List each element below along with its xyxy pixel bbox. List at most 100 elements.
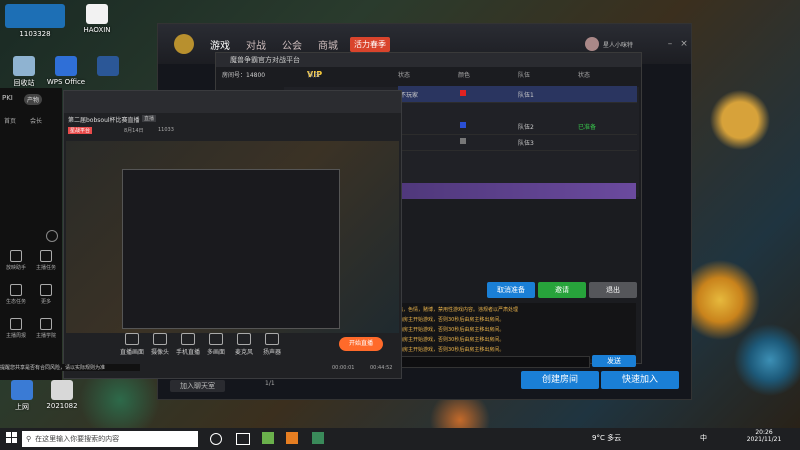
brand-label: HAOXIN [83, 26, 111, 34]
desktop-icon-brand[interactable]: HAOXIN [75, 4, 119, 34]
desktop-icon-network[interactable]: 上网 [0, 380, 44, 412]
color-swatch [460, 138, 466, 144]
recycle-bin-icon [13, 56, 35, 76]
tab-battle[interactable]: 对战 [246, 37, 266, 52]
toolbar-label: 手机直播 [175, 349, 200, 356]
stream-info-id: 11033 [158, 127, 174, 133]
game-taskbar-icon[interactable] [262, 432, 274, 444]
desktop-icon-logo[interactable]: 1103328 [0, 4, 70, 38]
slot-row[interactable]: 不玩家 队伍1 [398, 86, 637, 103]
user-label[interactable]: 星人小咪特 [603, 40, 633, 49]
minimize-icon[interactable]: – [663, 39, 677, 49]
stream-preview [66, 141, 399, 333]
panel-room-1[interactable]: 首页 [4, 116, 16, 125]
create-room-button[interactable]: 创建房间 [521, 371, 599, 389]
slot-row[interactable]: 队伍2 已准备 [398, 118, 637, 135]
taskbar-search[interactable]: ⚲ 在这里输入你要搜索的内容 [22, 431, 198, 447]
room-no: 14800 [246, 72, 266, 79]
slot-name: 不玩家 [400, 92, 419, 99]
wps-icon [55, 56, 77, 76]
panel-tab[interactable]: 产物 [24, 94, 43, 105]
game-logo-icon [174, 34, 194, 54]
page-indicator: 1/1 [265, 380, 275, 387]
windows-start-icon[interactable] [6, 432, 18, 444]
panel-icon-4[interactable]: 更多 [32, 284, 60, 305]
toolbar-label: 摄像头 [150, 349, 169, 356]
color-swatch [460, 122, 466, 128]
media-taskbar-icon[interactable] [312, 432, 324, 444]
toolbar-scene[interactable]: 直播画面 [118, 333, 146, 356]
tab-shop[interactable]: 商城 [318, 37, 338, 52]
stream-time-b: 00:44:52 [370, 365, 393, 371]
panel-room-2[interactable]: 会长 [30, 116, 42, 125]
stream-notice: 提醒您共享是否有合同风险，请以实际规则为准 [0, 364, 140, 371]
recycle-label: 回收站 [13, 79, 35, 87]
dialog-title: 魔兽争霸官方对战平台 [216, 53, 641, 67]
send-button[interactable]: 发送 [592, 355, 636, 367]
panel-icon-1[interactable]: 放映助手 [2, 250, 30, 271]
close-icon[interactable]: × [677, 39, 691, 49]
chat-line: 出，色情，赌博，禁用性游戏内容。违规者以严肃处理 [398, 307, 519, 313]
panel-icon-label: 主播学院 [35, 333, 56, 339]
task-icon [40, 250, 52, 262]
stream-info-date: 8月14日 [124, 128, 144, 134]
slot-team: 队伍1 [518, 92, 534, 99]
file-icon [51, 380, 73, 400]
monitor-icon [125, 333, 139, 345]
desktop-icon-recycle[interactable]: 回收站 [2, 56, 46, 88]
user-avatar[interactable] [584, 37, 599, 51]
toolbar-phone[interactable]: 手机直播 [174, 333, 202, 356]
panel-icon-label: 更多 [40, 299, 51, 305]
quick-join-button[interactable]: 快速加入 [601, 371, 679, 389]
clock[interactable]: 20:26 2021/11/21 [740, 429, 788, 443]
panel-icon-6[interactable]: 主播学院 [32, 318, 60, 339]
tab-game[interactable]: 游戏 [210, 37, 230, 52]
clock-time: 20:26 [755, 429, 773, 436]
app-taskbar-icon[interactable] [286, 432, 298, 444]
ime-indicator[interactable]: 中 [700, 433, 707, 443]
leave-button[interactable]: 退出 [589, 282, 637, 298]
toolbar-speaker[interactable]: 扬声器 [258, 333, 286, 356]
toolbar-camera[interactable]: 摄像头 [146, 333, 174, 356]
room-no-label: 房间号： [222, 72, 247, 79]
refresh-icon[interactable] [46, 230, 58, 242]
panel-icon-label: 主播任务 [35, 265, 56, 271]
document-icon [86, 4, 108, 24]
stream-title: 第二届bobsoul杯比赛直播 [68, 117, 140, 124]
desktop-icon-file[interactable]: 2021082 [40, 380, 84, 410]
start-stream-button[interactable]: 开始直播 [339, 337, 383, 351]
task-view-icon[interactable] [236, 433, 250, 445]
phone-icon [181, 333, 195, 345]
cancel-ready-button[interactable]: 取消准备 [487, 282, 535, 298]
panel-icon-2[interactable]: 主播任务 [32, 250, 60, 271]
chat-line: 由房主开始游戏，否则30秒后由房主移出房间。 [398, 347, 505, 353]
stream-tag: 直播 [142, 115, 157, 122]
search-icon: ⚲ [26, 435, 32, 443]
toolbar-label: 麦克风 [234, 349, 253, 356]
slot-row[interactable]: 队伍3 [398, 134, 637, 151]
toolbar-multi[interactable]: 多画面 [202, 333, 230, 356]
chat-input[interactable] [398, 356, 590, 368]
tab-guild[interactable]: 公会 [282, 37, 302, 52]
school-icon [40, 318, 52, 330]
desktop-icon-wps[interactable]: WPS Office [44, 56, 88, 86]
stream-info-platform: 星战平台 [68, 127, 93, 134]
word-icon [97, 56, 119, 76]
panel-icon-label: 生态任务 [5, 299, 26, 305]
invite-button[interactable]: 邀请 [538, 282, 586, 298]
cortana-icon[interactable] [210, 433, 222, 445]
desktop-icon-word[interactable] [86, 56, 130, 78]
panel-icon-5[interactable]: 主播周报 [2, 318, 30, 339]
chat-line: 由房主开始游戏，否则30秒后由房主移出房间。 [398, 327, 505, 333]
file-label: 2021082 [46, 402, 78, 410]
toolbar-mic[interactable]: 麦克风 [230, 333, 258, 356]
more-icon [40, 284, 52, 296]
weather[interactable]: 9°C 多云 [592, 433, 621, 443]
promo-badge[interactable]: 活力春季 [350, 36, 390, 52]
speaker-icon [265, 333, 279, 345]
panel-icon-3[interactable]: 生态任务 [2, 284, 30, 305]
add-chat-button[interactable]: 加入聊天室 [170, 380, 225, 392]
slot-team: 队伍3 [518, 140, 534, 147]
wps-label: WPS Office [46, 78, 86, 86]
col-status: 状态 [398, 72, 411, 79]
